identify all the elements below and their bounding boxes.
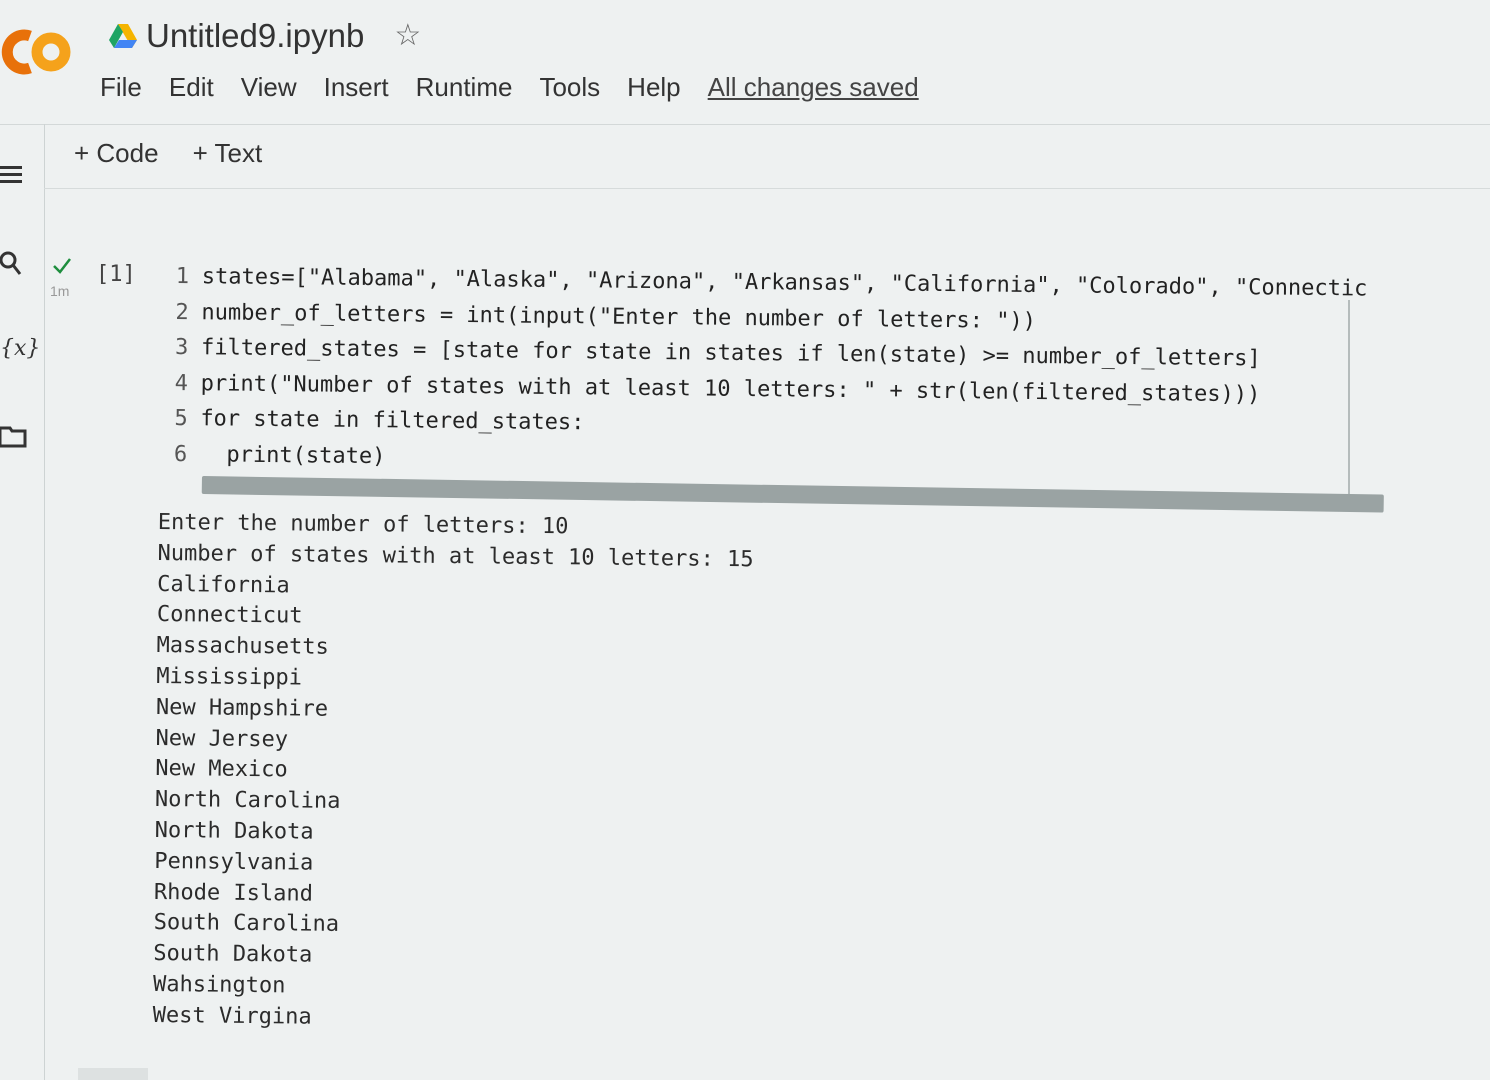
output-line: West Virgina <box>152 1002 312 1030</box>
menu-bar: File Edit View Insert Runtime Tools Help… <box>100 72 919 103</box>
line-number: 5 <box>174 405 188 432</box>
notebook-title-row: Untitled9.ipynb ☆ <box>108 14 421 58</box>
variables-icon[interactable]: {x} <box>0 336 40 361</box>
menu-file[interactable]: File <box>100 72 142 103</box>
menu-help[interactable]: Help <box>627 72 680 103</box>
code-text: for state in filtered_states: <box>200 406 585 436</box>
line-number: 4 <box>174 370 189 396</box>
add-code-button[interactable]: + Code <box>74 138 159 169</box>
menu-tools[interactable]: Tools <box>539 72 600 103</box>
colab-logo[interactable] <box>0 22 76 82</box>
files-icon[interactable] <box>0 424 28 448</box>
header-divider <box>0 124 1490 125</box>
add-text-button[interactable]: + Text <box>193 138 263 169</box>
cell-output: Enter the number of letters: 10 Number o… <box>153 510 754 1040</box>
line-number: 6 <box>173 441 188 467</box>
google-drive-icon[interactable] <box>108 23 138 49</box>
menu-view[interactable]: View <box>241 72 297 103</box>
notebook-toolbar: + Code + Text <box>74 138 296 169</box>
bottom-scroll-handle[interactable] <box>78 1068 148 1080</box>
execution-time: 1m <box>50 283 70 299</box>
toolbar-divider <box>44 188 1490 189</box>
line-number: 2 <box>175 299 189 325</box>
checkmark-icon <box>53 258 71 274</box>
execution-count[interactable]: [1] <box>96 262 136 287</box>
menu-edit[interactable]: Edit <box>169 72 214 103</box>
menu-icon[interactable] <box>0 162 26 188</box>
code-editor[interactable]: 1 states=["Alabama", "Alaska", "Arizona",… <box>173 264 1368 489</box>
line-number: 1 <box>175 264 190 290</box>
menu-insert[interactable]: Insert <box>324 72 389 103</box>
code-text: print(state) <box>199 441 386 469</box>
menu-runtime[interactable]: Runtime <box>416 72 513 103</box>
code-cell-border <box>1348 300 1350 500</box>
search-icon[interactable] <box>0 250 26 278</box>
star-icon[interactable]: ☆ <box>394 21 421 51</box>
code-text: states=["Alabama", "Alaska", "Arizona", … <box>201 264 1368 302</box>
left-sidebar: {x} <box>0 124 45 1080</box>
line-number: 3 <box>174 334 189 361</box>
save-status-link[interactable]: All changes saved <box>708 72 919 103</box>
notebook-title[interactable]: Untitled9.ipynb <box>146 17 364 55</box>
